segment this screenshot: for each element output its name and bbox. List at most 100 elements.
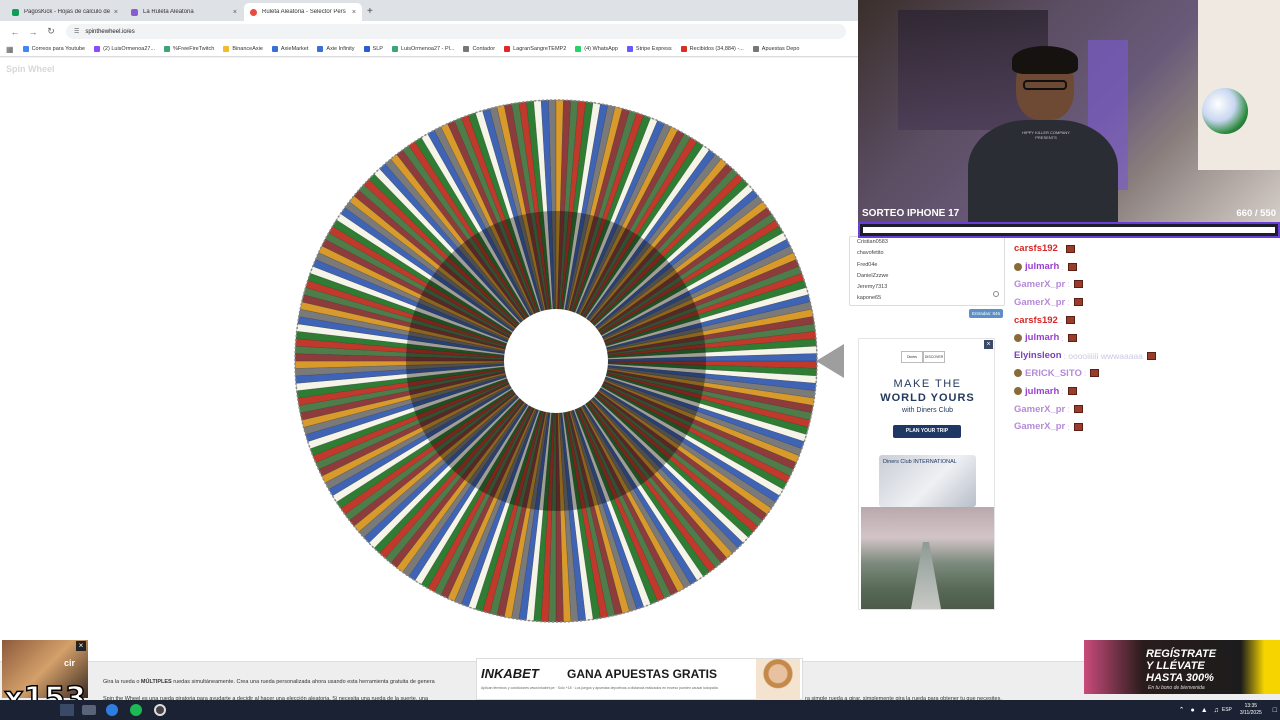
spin-wheel[interactable] — [293, 98, 819, 624]
emote-icon — [1067, 262, 1077, 271]
chat-username[interactable]: Elyinsleon — [1014, 350, 1062, 361]
close-ad-icon[interactable]: × — [984, 340, 993, 349]
spinwheel-icon — [250, 8, 257, 16]
bookmark-item[interactable]: Contador — [463, 46, 495, 52]
entry-item[interactable]: DanielZzzwe — [850, 271, 1004, 282]
promo-line-2: Y LLÉVATE — [1146, 660, 1205, 672]
network-icon[interactable]: ▲ — [1201, 707, 1208, 714]
chat-message: GamerX_pr: — [1014, 276, 1280, 294]
close-tab-icon[interactable]: × — [114, 9, 118, 16]
bookmark-item[interactable]: (4) WhatsApp — [575, 46, 618, 52]
bookmark-icon — [317, 46, 324, 52]
chat-username[interactable]: julmarh — [1025, 332, 1059, 343]
chat-username[interactable]: GamerX_pr — [1014, 279, 1065, 290]
promo-line-4: En tu bono de bienvenida — [1148, 685, 1205, 691]
scroll-knob-icon[interactable] — [993, 291, 999, 297]
tab-label: La Ruleta Aleatoria — [143, 9, 194, 15]
forward-icon[interactable]: → — [24, 27, 42, 37]
bookmark-item[interactable]: BinanceAxie — [223, 46, 263, 52]
path-shape — [911, 542, 941, 609]
bookmark-item[interactable]: (2) LuisOrmenoa27... — [94, 46, 155, 52]
reload-icon[interactable]: ↻ — [42, 26, 60, 37]
bookmark-item[interactable]: AxieMarket — [271, 46, 309, 52]
chat-username[interactable]: carsfs192 — [1014, 243, 1058, 254]
chat-message: julmarh: — [1014, 382, 1280, 400]
entry-item[interactable]: Jeremy7313 — [850, 282, 1004, 293]
bookmark-label: LagranSangreTEMP2 — [513, 46, 567, 52]
tray-chevron-icon[interactable]: ⌃ — [1179, 706, 1185, 714]
inkabet-banner[interactable]: INKABET GANA APUESTAS GRATIS Aplican tér… — [476, 658, 803, 701]
bookmark-item[interactable]: Apuestas Depo — [752, 46, 799, 52]
close-tab-icon[interactable]: × — [352, 9, 356, 16]
chat-message: GamerX_pr: — [1014, 293, 1280, 311]
mic-icon[interactable]: ● — [1190, 707, 1194, 714]
chat-username[interactable]: julmarh — [1025, 261, 1059, 272]
bookmark-item[interactable]: Correos para Youtube — [22, 46, 85, 52]
bookmark-label: Contador — [472, 46, 496, 52]
bookmark-icon — [504, 46, 511, 52]
card-text: Diners Club INTERNATIONAL — [883, 459, 957, 465]
start-icon[interactable] — [60, 704, 74, 716]
promo-banner[interactable]: REGÍSTRATE Y LLÉVATE HASTA 300% En tu bo… — [1084, 640, 1280, 694]
close-tab-icon[interactable]: × — [233, 9, 237, 16]
entry-item[interactable]: chavofetito — [850, 248, 1004, 259]
chat-text: : — [1059, 315, 1063, 326]
entry-item[interactable]: Cristian0583 — [850, 237, 1004, 248]
language-indicator[interactable]: ESP — [1222, 707, 1232, 713]
bookmark-item[interactable]: SLP — [363, 46, 383, 52]
entry-item[interactable]: Fred04e — [850, 260, 1004, 271]
chat-text: : — [1067, 279, 1070, 290]
model-image — [756, 659, 800, 701]
back-icon[interactable]: ← — [6, 27, 24, 37]
bookmark-item[interactable]: LagranSangreTEMP2 — [504, 46, 566, 52]
apps-icon[interactable]: ▦ — [6, 45, 14, 54]
tab-pagoskick[interactable]: PagosKick - Hojas de cálculo de × — [6, 3, 124, 21]
tab-selector-active[interactable]: Ruleta Aleatoria - Selector Pers × — [244, 3, 362, 21]
desc-text: Gira la rueda o — [103, 679, 141, 685]
bookmark-item[interactable]: Axie Infinity — [317, 46, 355, 52]
diners-ad[interactable]: × Diners DISCOVER MAKE THE WORLD YOURS w… — [858, 338, 995, 610]
edge-icon[interactable] — [106, 704, 118, 716]
chat-username[interactable]: GamerX_pr — [1014, 297, 1065, 308]
bookmark-label: AxieMarket — [280, 46, 309, 52]
chat-username[interactable]: ERICK_SITO — [1025, 368, 1082, 379]
address-bar[interactable]: ☰ spinthewheel.io/es — [66, 24, 846, 39]
plan-trip-button[interactable]: PLAN YOUR TRIP — [893, 425, 961, 438]
clock[interactable]: 13:35 3/11/2025 — [1240, 703, 1262, 717]
url-text: spinthewheel.io/es — [85, 28, 135, 35]
notifications-icon[interactable]: □ — [1273, 707, 1277, 714]
chat-username[interactable]: julmarh — [1025, 386, 1059, 397]
entry-item[interactable]: kapone65 — [850, 293, 1004, 304]
clock-time: 13:35 — [1244, 703, 1258, 709]
spotify-icon[interactable] — [130, 704, 142, 716]
chat-username[interactable]: GamerX_pr — [1014, 404, 1065, 415]
site-logo[interactable]: Spin Wheel — [6, 64, 55, 74]
close-thumb-icon[interactable]: × — [76, 641, 86, 651]
new-tab-button[interactable]: + — [367, 3, 373, 21]
bookmark-item[interactable]: %FreeFireTwitch — [164, 46, 214, 52]
chat-username[interactable]: carsfs192 — [1014, 315, 1058, 326]
bookmark-item[interactable]: Recibidos (34,884) -... — [680, 46, 744, 52]
search-icon[interactable] — [82, 705, 96, 715]
obs-icon[interactable] — [154, 704, 166, 716]
promo-line-3: HASTA 300% — [1146, 672, 1214, 684]
hair-shape — [1012, 46, 1078, 74]
bookmark-item[interactable]: LuisOrmenoa27 - Pl... — [391, 46, 454, 52]
bookmark-item[interactable]: Stripe Express — [626, 46, 672, 52]
chat-username[interactable]: GamerX_pr — [1014, 421, 1065, 432]
glasses-shape — [1023, 80, 1067, 90]
chat-message: julmarh: — [1014, 329, 1280, 347]
ad-subline: with Diners Club — [902, 407, 953, 414]
site-info-icon[interactable]: ☰ — [74, 28, 79, 35]
giveaway-count: 660 / 550 — [1236, 208, 1276, 219]
wheel-hub[interactable] — [504, 309, 608, 413]
bookmark-label: %FreeFireTwitch — [173, 46, 215, 52]
bookmark-icon — [164, 46, 171, 52]
tab-ruleta-aleatoria[interactable]: La Ruleta Aleatoria × — [125, 3, 243, 21]
entries-list[interactable]: Cristian0583 chavofetito Fred04e DanielZzzw… — [849, 236, 1005, 306]
bookmark-icon — [391, 46, 398, 52]
volume-icon[interactable]: ♫ — [1214, 707, 1219, 714]
diners-card-image: Diners Club INTERNATIONAL — [879, 455, 976, 507]
bookmark-icon — [752, 46, 759, 52]
chat-text: : — [1061, 261, 1064, 272]
